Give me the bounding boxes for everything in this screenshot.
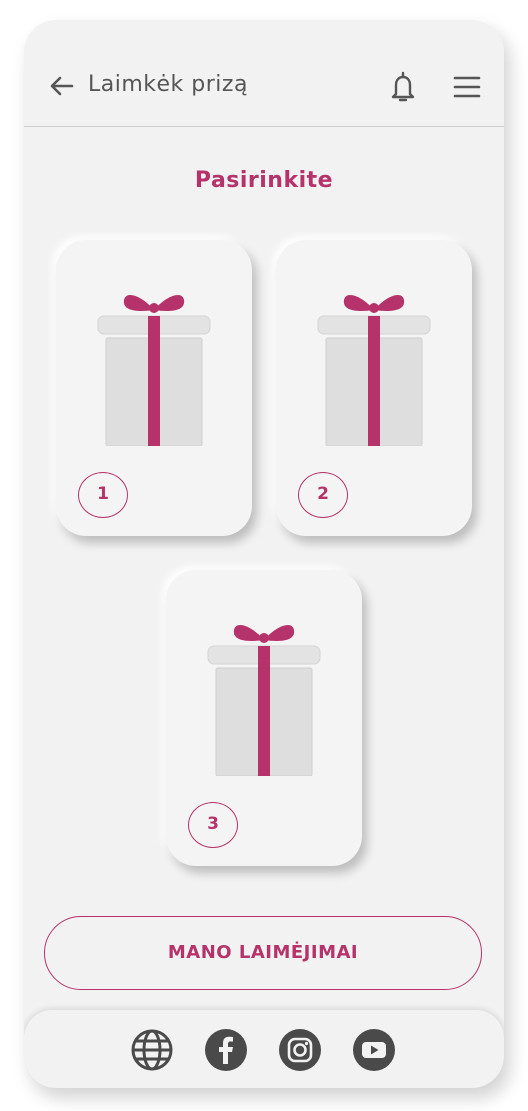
instagram-icon (279, 1029, 321, 1071)
hamburger-menu-icon (453, 76, 481, 98)
arrow-left-icon (50, 76, 74, 96)
facebook-link[interactable] (204, 1028, 248, 1072)
globe-icon (131, 1029, 173, 1071)
choose-heading: Pasirinkite (194, 168, 334, 193)
social-footer (24, 1010, 504, 1088)
gift-icon (207, 625, 321, 776)
gift-number-badge: 3 (188, 802, 238, 848)
back-button[interactable] (48, 72, 76, 100)
menu-button[interactable] (452, 74, 482, 100)
my-winnings-button[interactable]: MANO LAIMĖJIMAI (44, 916, 482, 990)
instagram-link[interactable] (278, 1028, 322, 1072)
gift-card-3[interactable]: 3 (166, 570, 362, 866)
gift-icon (317, 295, 431, 446)
notifications-button[interactable] (388, 70, 418, 104)
page-title: Laimkėk prizą (88, 72, 248, 97)
gift-number-badge: 1 (78, 472, 128, 518)
gift-number-badge: 2 (298, 472, 348, 518)
gift-card-2[interactable]: 2 (276, 240, 472, 536)
youtube-icon (353, 1029, 395, 1071)
gift-card-1[interactable]: 1 (56, 240, 252, 536)
youtube-link[interactable] (352, 1028, 396, 1072)
app-screen: Laimkėk prizą Pasirinkite 1 2 3 MANO LAI… (24, 20, 504, 1088)
gift-icon (97, 295, 211, 446)
bell-icon (391, 71, 415, 102)
top-bar: Laimkėk prizą (24, 20, 504, 127)
facebook-icon (205, 1029, 247, 1071)
website-link[interactable] (130, 1028, 174, 1072)
